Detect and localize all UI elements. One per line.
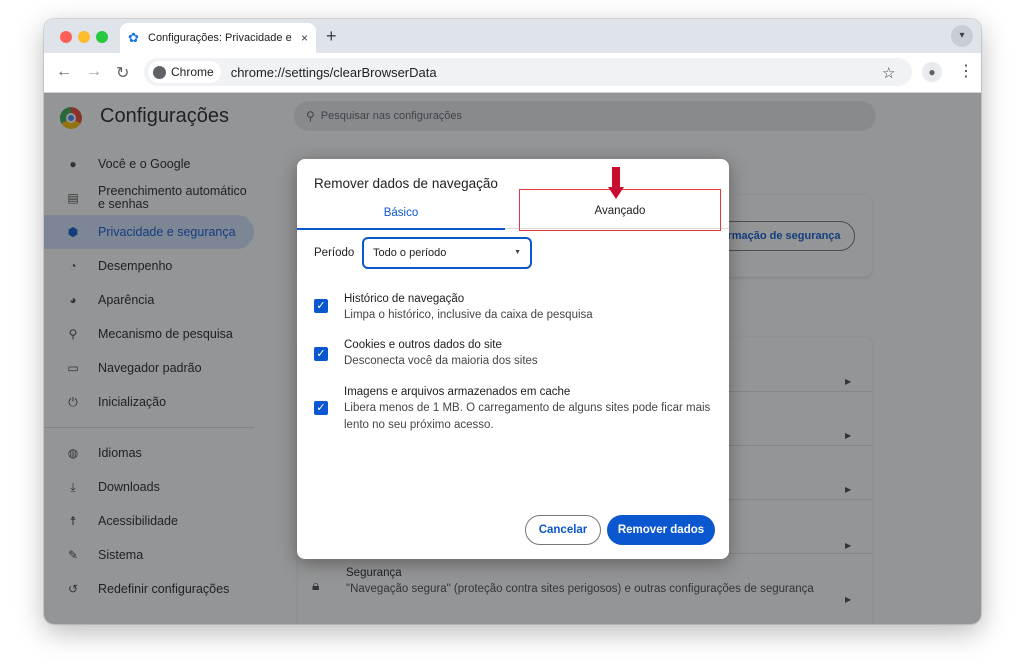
tab-settings[interactable]: ✿ Configurações: Privacidade e × <box>120 23 316 53</box>
forward-icon[interactable]: → <box>86 63 102 81</box>
url-text[interactable]: chrome://settings/clearBrowserData <box>231 65 437 80</box>
option-title: Imagens e arquivos armazenados em cache <box>344 386 571 398</box>
close-window-button[interactable] <box>60 31 72 43</box>
period-value: Todo o período <box>373 247 447 259</box>
reload-icon[interactable]: ↻ <box>116 63 129 83</box>
cookies-checkbox[interactable]: ✓ <box>314 347 328 361</box>
pointer-arrow-icon <box>608 167 624 201</box>
option-description: Desconecta você da maioria dos sites <box>344 355 538 367</box>
cache-checkbox[interactable]: ✓ <box>314 401 328 415</box>
tab-title: Configurações: Privacidade e <box>148 32 292 44</box>
chrome-chip[interactable]: Chrome <box>148 61 221 83</box>
option-title: Cookies e outros dados do site <box>344 339 502 351</box>
minimize-window-button[interactable] <box>78 31 90 43</box>
tab-strip: ✿ Configurações: Privacidade e × + ▾ <box>44 19 981 53</box>
settings-page: Configurações ⚲ Pesquisar nas configuraç… <box>44 93 981 624</box>
option-description: Libera menos de 1 MB. O carregamento de … <box>344 402 711 431</box>
period-select[interactable]: Todo o período ▼ <box>362 237 532 269</box>
kebab-menu-icon[interactable]: ⋮ <box>958 61 974 81</box>
history-checkbox[interactable]: ✓ <box>314 299 328 313</box>
toolbar: ← → ↻ Chrome chrome://settings/clearBrow… <box>44 53 981 93</box>
dialog-tabs: Básico Avançado <box>297 189 729 231</box>
browser-window: ✿ Configurações: Privacidade e × + ▾ ← →… <box>44 19 981 624</box>
period-label: Período <box>314 247 355 259</box>
option-description: Limpa o histórico, inclusive da caixa de… <box>344 309 593 321</box>
clear-browsing-data-dialog: Remover dados de navegação Básico Avança… <box>297 159 729 559</box>
tab-search-chevron-icon[interactable]: ▾ <box>951 25 973 47</box>
back-icon[interactable]: ← <box>56 63 72 81</box>
dialog-title: Remover dados de navegação <box>314 176 498 191</box>
tab-basic[interactable]: Básico <box>297 197 505 230</box>
cancel-button[interactable]: Cancelar <box>525 515 601 545</box>
zoom-window-button[interactable] <box>96 31 108 43</box>
dropdown-caret-icon: ▼ <box>514 249 521 256</box>
option-title: Histórico de navegação <box>344 293 465 305</box>
chrome-icon <box>153 65 166 79</box>
close-tab-icon[interactable]: × <box>301 31 308 45</box>
profile-avatar-icon[interactable]: ● <box>922 62 942 82</box>
address-bar[interactable]: Chrome chrome://settings/clearBrowserDat… <box>144 58 912 86</box>
remove-data-button[interactable]: Remover dados <box>607 515 715 545</box>
bookmark-star-icon[interactable]: ☆ <box>882 64 895 82</box>
chip-label: Chrome <box>171 65 214 79</box>
gear-icon: ✿ <box>128 30 139 45</box>
new-tab-button[interactable]: + <box>326 26 337 47</box>
